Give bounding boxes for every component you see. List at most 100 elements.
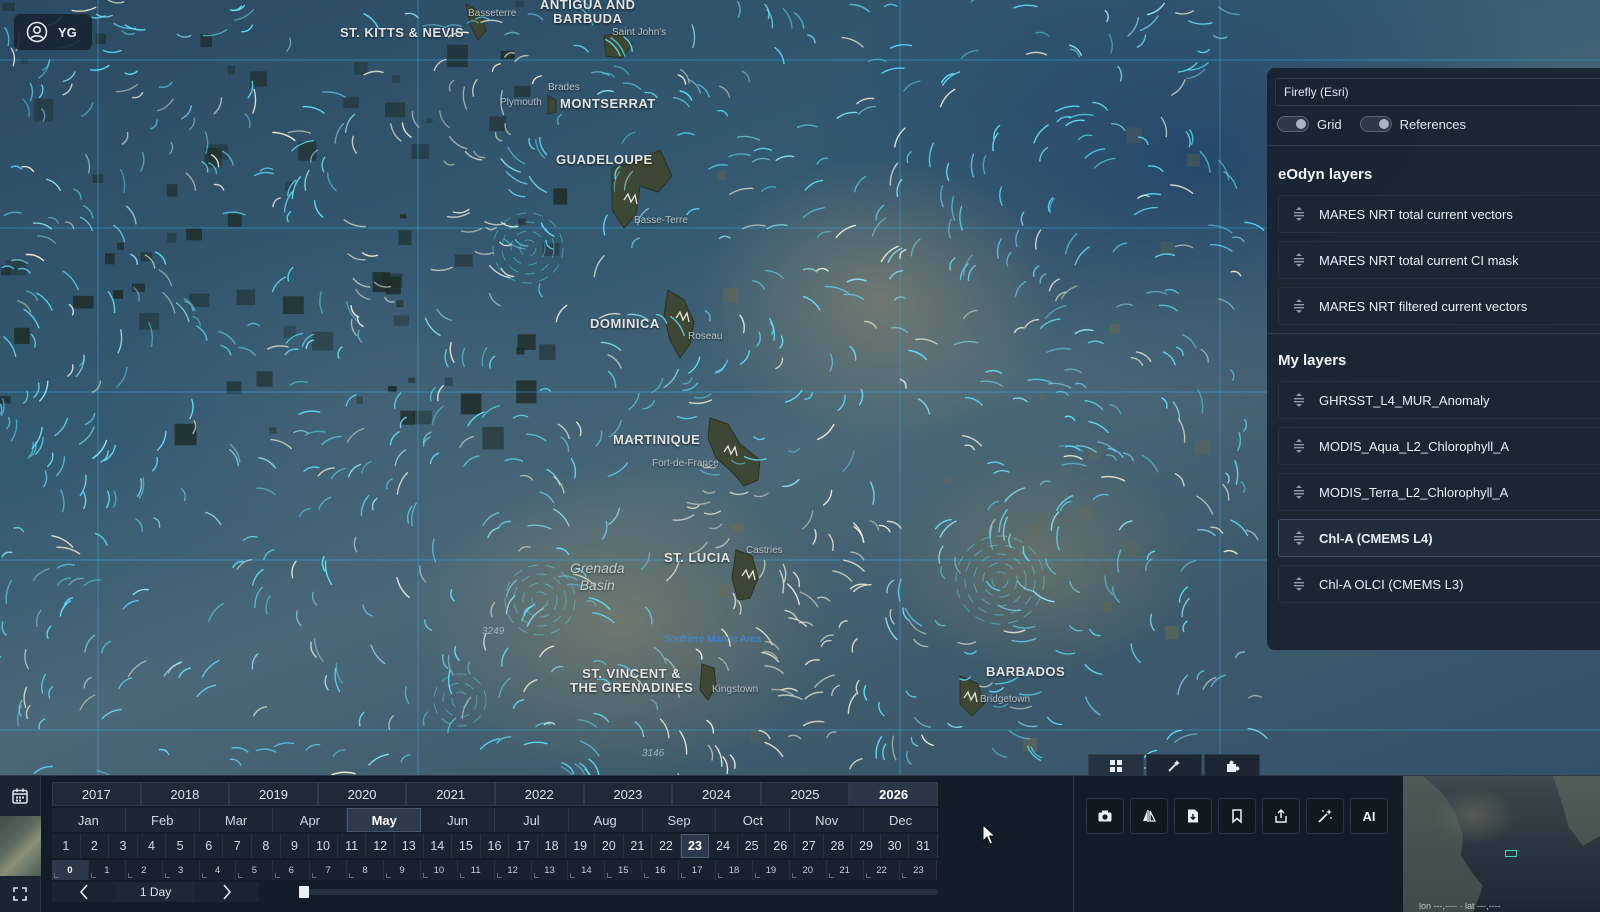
toolbar-tab-grid[interactable]	[1088, 754, 1144, 776]
year-cell[interactable]: 2017	[52, 782, 141, 806]
day-cell[interactable]: 9	[280, 834, 310, 858]
eodyn-layer-row[interactable]: MARES NRT filtered current vectors	[1278, 287, 1600, 325]
hour-cell[interactable]: 16	[642, 860, 680, 880]
compare-button[interactable]	[1130, 798, 1168, 834]
day-cell[interactable]: 25	[737, 834, 767, 858]
month-cell[interactable]: May	[347, 808, 422, 832]
ai-button[interactable]: AI	[1350, 798, 1388, 834]
day-cell[interactable]: 4	[137, 834, 167, 858]
share-button[interactable]	[1262, 798, 1300, 834]
day-cell[interactable]: 23	[680, 834, 710, 858]
day-cell[interactable]: 16	[480, 834, 510, 858]
month-cell[interactable]: Jan	[52, 808, 126, 832]
day-cell[interactable]: 20	[594, 834, 624, 858]
hour-cell[interactable]: 15	[605, 860, 643, 880]
year-cell[interactable]: 2020	[317, 782, 407, 806]
hour-cell[interactable]: 6	[273, 860, 311, 880]
month-cell[interactable]: Jun	[421, 808, 495, 832]
hour-cell[interactable]: 8	[347, 860, 385, 880]
references-toggle[interactable]	[1359, 116, 1392, 132]
step-back-button[interactable]	[52, 882, 117, 902]
day-cell[interactable]: 18	[537, 834, 567, 858]
toolbar-tab-puzzle[interactable]	[1204, 754, 1260, 776]
eodyn-layer-row[interactable]: MARES NRT total current CI mask	[1278, 241, 1600, 279]
day-cell[interactable]: 24	[709, 834, 738, 858]
my-layer-row[interactable]: MODIS_Terra_L2_Chlorophyll_A	[1278, 473, 1600, 511]
year-cell[interactable]: 2024	[672, 782, 761, 806]
hour-cell[interactable]: 23	[900, 860, 938, 880]
day-cell[interactable]: 12	[366, 834, 395, 858]
month-cell[interactable]: Nov	[790, 808, 865, 832]
day-cell[interactable]: 8	[252, 834, 281, 858]
day-cell[interactable]: 2	[80, 834, 110, 858]
month-cell[interactable]: Mar	[199, 808, 274, 832]
year-cell[interactable]: 2026	[849, 782, 938, 806]
day-cell[interactable]: 26	[766, 834, 796, 858]
month-cell[interactable]: Jul	[494, 808, 569, 832]
drag-handle[interactable]	[1279, 438, 1319, 454]
month-cell[interactable]: Dec	[864, 808, 938, 832]
overview-map[interactable]: lon ---,---- · lat ---,----	[1403, 776, 1600, 912]
year-cell[interactable]: 2023	[583, 782, 673, 806]
fullscreen-button[interactable]	[8, 882, 32, 906]
drag-handle[interactable]	[1279, 484, 1319, 500]
month-cell[interactable]: Oct	[716, 808, 791, 832]
hour-cell[interactable]: 12	[494, 860, 532, 880]
year-cell[interactable]: 2021	[406, 782, 495, 806]
hour-cell[interactable]: 1	[88, 860, 126, 880]
hour-cell[interactable]: 0	[52, 860, 89, 880]
month-cell[interactable]: Aug	[568, 808, 643, 832]
day-cell[interactable]: 30	[880, 834, 910, 858]
year-cell[interactable]: 2018	[140, 782, 230, 806]
day-cell[interactable]: 22	[652, 834, 681, 858]
file-export-button[interactable]	[1174, 798, 1212, 834]
drag-handle[interactable]	[1279, 576, 1319, 592]
hour-cell[interactable]: 5	[236, 860, 274, 880]
grid-toggle[interactable]	[1277, 116, 1309, 132]
hour-cell[interactable]: 18	[716, 860, 753, 880]
user-menu-button[interactable]: YG	[14, 14, 92, 50]
month-cell[interactable]: Feb	[125, 808, 200, 832]
hour-cell[interactable]: 2	[125, 860, 163, 880]
step-forward-button[interactable]	[194, 882, 260, 902]
day-cell[interactable]: 17	[509, 834, 538, 858]
drag-handle[interactable]	[1279, 252, 1319, 268]
day-cell[interactable]: 10	[309, 834, 338, 858]
toolbar-tab-magic-edit[interactable]	[1146, 754, 1202, 776]
basemap-select[interactable]: Firefly (Esri)	[1275, 78, 1600, 106]
hour-cell[interactable]: 21	[826, 860, 864, 880]
day-cell[interactable]: 27	[795, 834, 824, 858]
step-size-select[interactable]: 1 Day	[116, 882, 195, 902]
my-layer-row[interactable]: GHRSST_L4_MUR_Anomaly	[1278, 381, 1600, 419]
day-cell[interactable]: 15	[452, 834, 481, 858]
hour-cell[interactable]: 3	[162, 860, 200, 880]
hour-cell[interactable]: 22	[863, 860, 901, 880]
year-cell[interactable]: 2022	[494, 782, 584, 806]
day-cell[interactable]: 11	[337, 834, 367, 858]
bookmark-button[interactable]	[1218, 798, 1256, 834]
hour-cell[interactable]: 10	[420, 860, 458, 880]
my-layer-row[interactable]: MODIS_Aqua_L2_Chlorophyll_A	[1278, 427, 1600, 465]
my-layer-row[interactable]: Chl-A (CMEMS L4)	[1278, 519, 1600, 557]
day-cell[interactable]: 31	[909, 834, 938, 858]
magic-wand-button[interactable]	[1306, 798, 1344, 834]
day-cell[interactable]: 1	[52, 834, 81, 858]
eodyn-layer-row[interactable]: MARES NRT total current vectors	[1278, 195, 1600, 233]
drag-handle[interactable]	[1279, 530, 1319, 546]
time-scrubber[interactable]	[299, 886, 938, 898]
hour-cell[interactable]: 7	[310, 860, 348, 880]
calendar-button[interactable]	[8, 784, 32, 808]
day-cell[interactable]: 28	[823, 834, 853, 858]
day-cell[interactable]: 3	[109, 834, 138, 858]
hour-cell[interactable]: 17	[679, 860, 717, 880]
my-layer-row[interactable]: Chl-A OLCI (CMEMS L3)	[1278, 565, 1600, 603]
day-cell[interactable]: 29	[852, 834, 881, 858]
hour-cell[interactable]: 20	[789, 860, 827, 880]
day-cell[interactable]: 6	[194, 834, 224, 858]
hour-cell[interactable]: 13	[531, 860, 569, 880]
day-cell[interactable]: 21	[623, 834, 653, 858]
time-scrubber-handle[interactable]	[299, 886, 310, 898]
references-toggle-wrap[interactable]: References	[1359, 116, 1466, 132]
day-cell[interactable]: 19	[566, 834, 595, 858]
hour-cell[interactable]: 9	[384, 860, 421, 880]
